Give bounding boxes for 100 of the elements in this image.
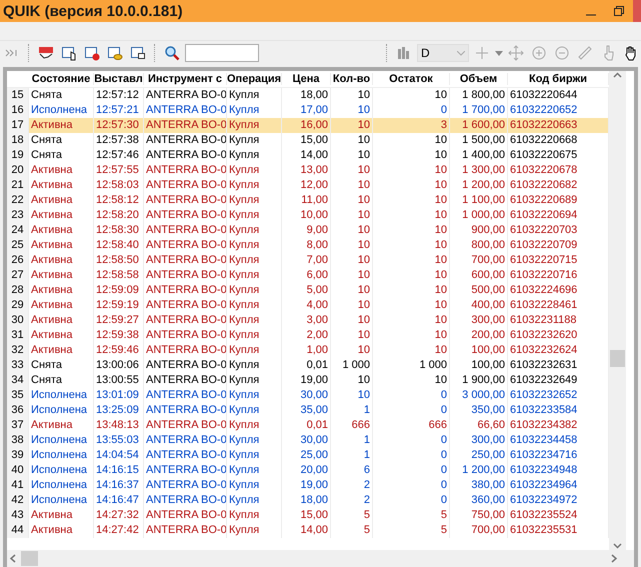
table-cell: 20,00 xyxy=(282,463,331,478)
column-header[interactable]: Кол-во xyxy=(331,73,373,85)
table-cell: 13:01:09 xyxy=(94,388,144,403)
table-cell: 10 xyxy=(331,268,373,283)
table-cell: ANTERRA BO-0 xyxy=(144,508,227,523)
table-cell: Купля xyxy=(227,448,282,463)
column-header[interactable]: Цена xyxy=(282,73,331,85)
table-cell: 14:27:42 xyxy=(94,523,144,538)
table-cell: ANTERRA BO-0 xyxy=(144,493,227,508)
row-number: 27 xyxy=(7,268,29,283)
table-cell: 5 xyxy=(373,523,450,538)
row-number: 43 xyxy=(7,508,29,523)
table-cell: 0,01 xyxy=(282,418,331,433)
move-icon[interactable] xyxy=(506,43,526,63)
table-cell: 3 xyxy=(373,118,450,133)
table-cell: ANTERRA BO-0 xyxy=(144,118,227,133)
table-cell: 10 xyxy=(373,283,450,298)
row-number: 36 xyxy=(7,403,29,418)
table-cell: 14:27:32 xyxy=(94,508,144,523)
table-cell: Купля xyxy=(227,403,282,418)
table-cell: 10 xyxy=(331,193,373,208)
table-cell: 800,00 xyxy=(450,238,508,253)
table-cell: 10 xyxy=(373,133,450,148)
table-cell: Купля xyxy=(227,478,282,493)
table-cell: 18,00 xyxy=(282,493,331,508)
table-cell: 10 xyxy=(331,118,373,133)
table-cell: ANTERRA BO-0 xyxy=(144,388,227,403)
table-cell: 6 xyxy=(331,463,373,478)
table-cell: Активна xyxy=(29,163,94,178)
table-cell: 12:58:03 xyxy=(94,178,144,193)
table-cell: Активна xyxy=(29,298,94,313)
table-cell: ANTERRA BO-0 xyxy=(144,208,227,223)
scrollbar-thumb[interactable] xyxy=(21,551,38,566)
table-cell: 11,00 xyxy=(282,193,331,208)
table-cell: 10 xyxy=(331,298,373,313)
table-cell: 12:58:12 xyxy=(94,193,144,208)
table-cell: 10 xyxy=(373,163,450,178)
row-number: 25 xyxy=(7,238,29,253)
table-cell: 19,00 xyxy=(282,478,331,493)
table-cell: 14:16:47 xyxy=(94,493,144,508)
table-cell: 10 xyxy=(373,148,450,163)
table-cell: ANTERRA BO-0 xyxy=(144,88,227,103)
table-cell: 14,00 xyxy=(282,148,331,163)
table-cell: ANTERRA BO-0 xyxy=(144,178,227,193)
table-cell: ANTERRA BO-0 xyxy=(144,343,227,358)
table-cell: ANTERRA BO-0 xyxy=(144,253,227,268)
caret-icon[interactable] xyxy=(495,50,503,56)
row-number: 21 xyxy=(7,178,29,193)
column-header[interactable]: Операция xyxy=(227,73,282,85)
column-header[interactable]: Состояние xyxy=(29,73,94,85)
table-cell: 10 xyxy=(331,343,373,358)
interval-dropdown[interactable]: D xyxy=(417,44,469,62)
table-cell: 1 000,00 xyxy=(450,208,508,223)
table-cell: 10 xyxy=(373,193,450,208)
table-cell: 2 xyxy=(331,493,373,508)
search-field[interactable] xyxy=(185,44,259,62)
table-cell: 250,00 xyxy=(450,448,508,463)
table-cell: Купля xyxy=(227,118,282,133)
table-cell: 10 xyxy=(373,268,450,283)
chevron-icon xyxy=(457,50,465,56)
column-header[interactable]: Выставл xyxy=(94,73,144,85)
table-cell: 10 xyxy=(331,388,373,403)
table-cell: Снята xyxy=(29,358,94,373)
table-cell: Купля xyxy=(227,418,282,433)
scrollbar-thumb[interactable] xyxy=(610,350,625,367)
table-cell: 10 xyxy=(373,343,450,358)
table-cell: 14:04:54 xyxy=(94,448,144,463)
column-header[interactable]: Инструмент с xyxy=(144,73,227,85)
window-title: QUIK (версия 10.0.0.181) xyxy=(3,2,184,20)
table-cell: Купля xyxy=(227,373,282,388)
table-cell: 1 800,00 xyxy=(450,88,508,103)
table-cell: 14:16:15 xyxy=(94,463,144,478)
table-cell: Купля xyxy=(227,193,282,208)
table-cell: 10 xyxy=(373,238,450,253)
table-cell: 10 xyxy=(373,313,450,328)
table-cell: 10 xyxy=(373,208,450,223)
table-cell: 1,00 xyxy=(282,343,331,358)
horizontal-scrollbar[interactable] xyxy=(7,550,634,567)
scroll-up-icon[interactable] xyxy=(613,71,622,80)
table-cell: 1 000 xyxy=(373,358,450,373)
restore-icon[interactable] xyxy=(614,6,624,16)
table-cell: 3 000,00 xyxy=(450,388,508,403)
table-cell: ANTERRA BO-0 xyxy=(144,358,227,373)
table-cell: Купля xyxy=(227,433,282,448)
table-cell: 2,00 xyxy=(282,328,331,343)
table-cell: 6,00 xyxy=(282,268,331,283)
table-cell: ANTERRA BO-0 xyxy=(144,373,227,388)
table-cell: 12:59:38 xyxy=(94,328,144,343)
vertical-scrollbar[interactable] xyxy=(609,71,626,550)
scroll-down-icon[interactable] xyxy=(613,541,622,550)
column-header[interactable]: Объем xyxy=(450,73,508,85)
table-cell: 100,00 xyxy=(450,358,508,373)
table-cell: Купля xyxy=(227,343,282,358)
table-cell: 1 xyxy=(331,448,373,463)
table-cell: 300,00 xyxy=(450,433,508,448)
table-cell: 1 xyxy=(331,403,373,418)
table-cell: Купля xyxy=(227,178,282,193)
table-cell: Активна xyxy=(29,313,94,328)
column-header[interactable]: Остаток xyxy=(373,73,450,85)
table-cell: 10 xyxy=(373,328,450,343)
